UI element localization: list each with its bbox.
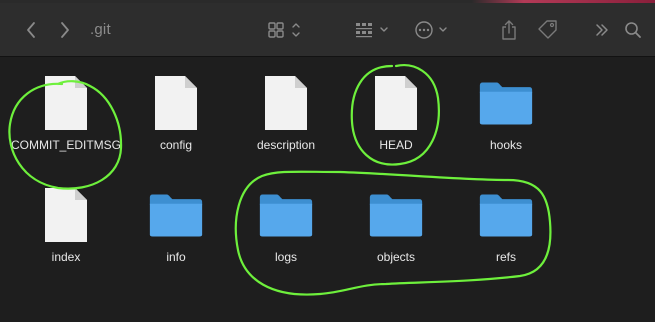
folder-icon — [479, 194, 533, 237]
tags-button[interactable] — [534, 3, 562, 57]
file-item-description[interactable]: description — [231, 58, 341, 168]
back-button[interactable] — [20, 3, 42, 57]
search-icon — [625, 22, 641, 38]
folder-item-hooks[interactable]: hooks — [451, 58, 561, 168]
folder-item-refs[interactable]: refs — [451, 170, 561, 280]
ellipsis-circle-icon — [415, 21, 447, 39]
folder-item-logs[interactable]: logs — [231, 170, 341, 280]
file-name: HEAD — [379, 138, 413, 152]
view-mode-button[interactable] — [266, 3, 306, 57]
file-grid: COMMIT_EDITMSG config description HEAD h… — [0, 58, 655, 322]
folder-icon — [149, 194, 203, 237]
file-item-head[interactable]: HEAD — [341, 58, 451, 168]
document-icon — [45, 188, 87, 242]
folder-icon — [369, 194, 423, 237]
group-by-button[interactable] — [352, 3, 394, 57]
file-item-commit-editmsg[interactable]: COMMIT_EDITMSG — [11, 58, 121, 168]
file-item-config[interactable]: config — [121, 58, 231, 168]
icon-grid-view-icon — [268, 22, 300, 38]
file-name: COMMIT_EDITMSG — [11, 138, 121, 152]
folder-name: logs — [274, 250, 297, 264]
window-title: .git — [90, 21, 111, 38]
folder-name: refs — [495, 250, 516, 264]
tag-icon — [538, 20, 557, 39]
search-button[interactable] — [622, 3, 644, 57]
document-icon — [375, 76, 417, 130]
file-name: config — [159, 138, 193, 152]
file-name: index — [51, 250, 81, 264]
folder-name: hooks — [489, 138, 523, 152]
file-name: description — [256, 138, 316, 152]
finder-toolbar: .git — [0, 3, 655, 57]
folder-item-objects[interactable]: objects — [341, 170, 451, 280]
action-menu-button[interactable] — [412, 3, 454, 57]
folder-icon — [479, 82, 533, 125]
chevron-right-icon — [61, 22, 69, 38]
share-icon — [502, 20, 516, 40]
chevron-left-icon — [27, 22, 35, 38]
file-item-index[interactable]: index — [11, 170, 121, 280]
document-icon — [265, 76, 307, 130]
group-by-icon — [356, 23, 388, 38]
folder-icon — [259, 194, 313, 237]
forward-button[interactable] — [54, 3, 76, 57]
more-toolbar-items-button[interactable] — [592, 3, 612, 57]
document-icon — [45, 76, 87, 130]
folder-name: objects — [376, 250, 416, 264]
double-chevron-right-icon — [596, 24, 608, 36]
document-icon — [155, 76, 197, 130]
folder-name: info — [166, 250, 186, 264]
folder-item-info[interactable]: info — [121, 170, 231, 280]
share-button[interactable] — [496, 3, 522, 57]
